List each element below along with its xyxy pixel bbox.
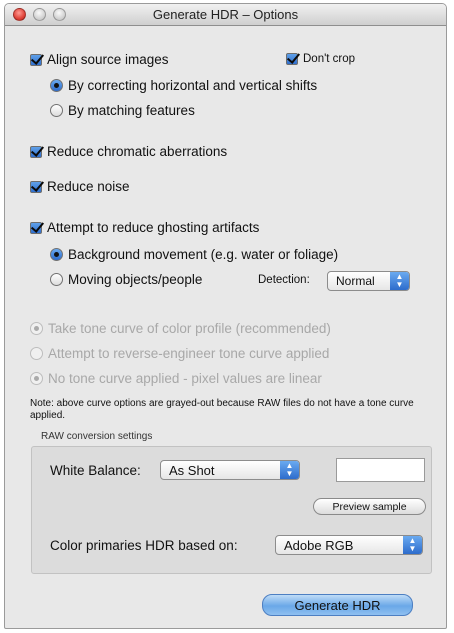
white-balance-value: As Shot — [169, 462, 215, 478]
reduce-noise-checkbox[interactable]: Reduce noise — [30, 179, 130, 194]
options-window: Generate HDR – Options Align source imag… — [4, 3, 447, 629]
color-primaries-popup[interactable]: Adobe RGB ▲ ▼ — [275, 535, 423, 555]
checkbox-checked-icon — [286, 53, 298, 65]
align-source-images-label: Align source images — [47, 52, 169, 67]
checkbox-checked-icon — [30, 145, 42, 158]
radio-disabled-icon — [30, 347, 43, 360]
raw-settings-group: White Balance: As Shot ▲ ▼ Preview sample… — [31, 446, 432, 574]
align-option-features-radio[interactable]: By matching features — [50, 103, 195, 118]
tone-profile-radio: Take tone curve of color profile (recomm… — [30, 321, 331, 336]
title-bar: Generate HDR – Options — [5, 4, 446, 26]
reduce-chromatic-checkbox[interactable]: Reduce chromatic aberrations — [30, 144, 227, 159]
align-source-images-checkbox[interactable]: Align source images — [30, 52, 169, 67]
tone-linear-label: No tone curve applied - pixel values are… — [48, 371, 322, 386]
ghosting-moving-label: Moving objects/people — [68, 272, 203, 287]
color-primaries-value: Adobe RGB — [284, 537, 354, 553]
checkbox-checked-icon — [30, 221, 42, 234]
tone-note: Note: above curve options are grayed-out… — [30, 398, 414, 421]
tone-profile-label: Take tone curve of color profile (recomm… — [48, 321, 331, 336]
radio-unselected-icon — [50, 104, 63, 117]
align-option-features-label: By matching features — [68, 103, 195, 118]
generate-hdr-button[interactable]: Generate HDR — [262, 594, 413, 616]
white-balance-value-field[interactable] — [336, 458, 425, 482]
color-primaries-label: Color primaries HDR based on: — [50, 538, 238, 553]
dont-crop-checkbox[interactable]: Don't crop — [286, 53, 355, 65]
ghosting-moving-radio[interactable]: Moving objects/people — [50, 272, 202, 287]
align-option-shifts-label: By correcting horizontal and vertical sh… — [68, 78, 318, 93]
radio-selected-icon — [50, 79, 63, 92]
reduce-chromatic-label: Reduce chromatic aberrations — [47, 144, 228, 159]
detection-value: Normal — [336, 274, 375, 288]
popup-arrows-icon: ▲ ▼ — [403, 536, 422, 554]
preview-sample-button[interactable]: Preview sample — [313, 498, 426, 515]
radio-selected-icon — [50, 248, 63, 261]
ghosting-background-label: Background movement (e.g. water or folia… — [68, 247, 339, 262]
detection-popup[interactable]: Normal ▲ ▼ — [327, 271, 410, 291]
raw-group-title: RAW conversion settings — [41, 431, 153, 442]
radio-disabled-selected-icon — [30, 372, 43, 385]
reduce-noise-label: Reduce noise — [47, 179, 130, 194]
checkbox-checked-icon — [30, 180, 42, 193]
popup-arrows-icon: ▲ ▼ — [390, 272, 409, 290]
window-title: Generate HDR – Options — [152, 7, 299, 22]
white-balance-popup[interactable]: As Shot ▲ ▼ — [160, 460, 300, 480]
reduce-ghosting-checkbox[interactable]: Attempt to reduce ghosting artifacts — [30, 220, 259, 235]
tone-linear-radio: No tone curve applied - pixel values are… — [30, 371, 322, 386]
radio-unselected-icon — [50, 273, 63, 286]
tone-reverse-radio: Attempt to reverse-engineer tone curve a… — [30, 346, 329, 361]
tone-reverse-label: Attempt to reverse-engineer tone curve a… — [48, 346, 330, 361]
align-option-shifts-radio[interactable]: By correcting horizontal and vertical sh… — [50, 78, 317, 93]
white-balance-label: White Balance: — [50, 463, 141, 478]
checkbox-checked-icon — [30, 53, 42, 66]
popup-arrows-icon: ▲ ▼ — [280, 461, 299, 479]
detection-label: Detection: — [258, 274, 310, 286]
radio-disabled-selected-icon — [30, 322, 43, 335]
ghosting-background-radio[interactable]: Background movement (e.g. water or folia… — [50, 247, 338, 262]
dont-crop-label: Don't crop — [303, 53, 356, 65]
reduce-ghosting-label: Attempt to reduce ghosting artifacts — [47, 220, 260, 235]
